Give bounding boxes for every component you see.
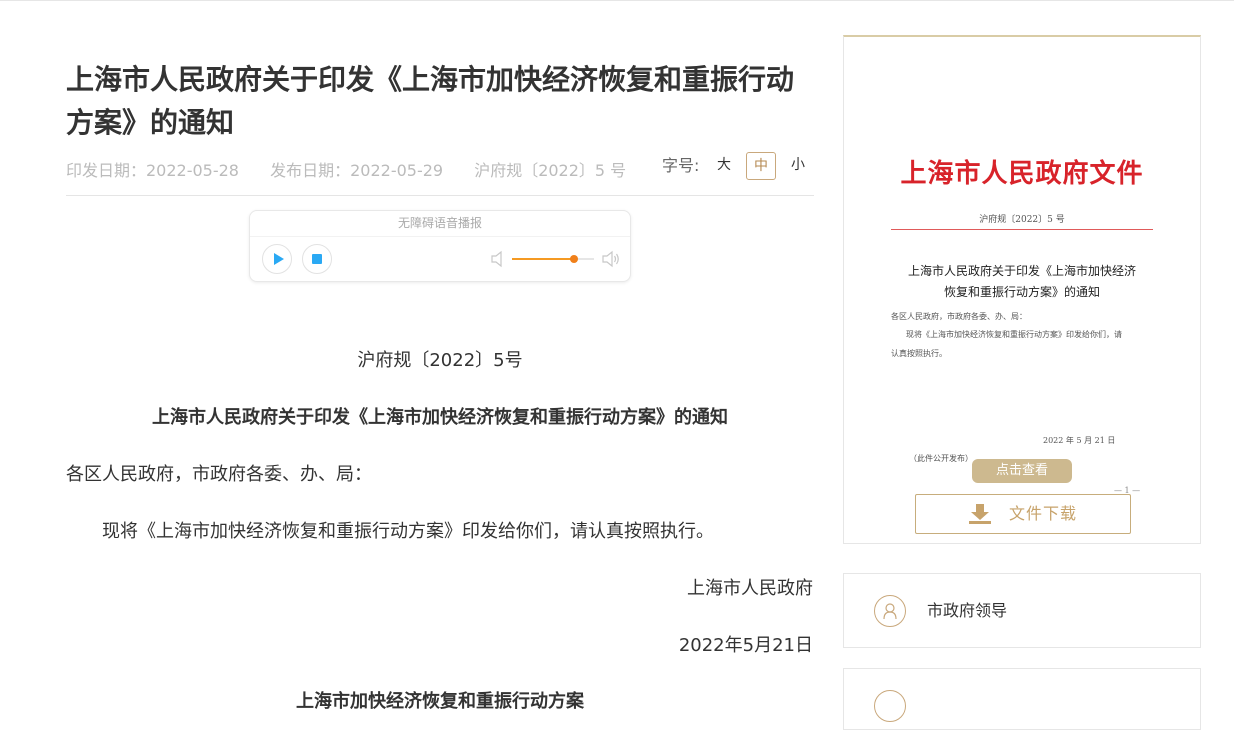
body-doc-number: 沪府规〔2022〕5号 xyxy=(357,350,523,371)
font-size-large-button[interactable]: 大 xyxy=(710,152,738,178)
preview-doc-number: 沪府规〔2022〕5 号 xyxy=(979,215,1065,225)
stop-icon xyxy=(312,254,322,264)
publish-date: 发布日期：2022-05-29 xyxy=(270,161,444,180)
meta-divider xyxy=(66,195,814,196)
download-button[interactable]: 文件下载 xyxy=(915,494,1131,534)
volume-low-icon[interactable] xyxy=(489,250,509,268)
preview-title-line-2: 恢复和重振行动方案》的通知 xyxy=(943,285,1100,299)
font-size-small-button[interactable]: 小 xyxy=(784,152,812,178)
preview-publish-note: （此件公开发布） xyxy=(909,454,973,463)
city-leaders-label: 市政府领导 xyxy=(927,601,1008,620)
volume-slider-handle[interactable] xyxy=(569,255,578,263)
body-heading: 上海市人民政府关于印发《上海市加快经济恢复和重振行动方案》的通知 xyxy=(152,407,728,428)
signature-date: 2022年5月21日 xyxy=(678,635,813,656)
leader-icon xyxy=(874,595,906,627)
preview-title-line-1: 上海市人民政府关于印发《上海市加快经济 xyxy=(907,264,1136,278)
play-icon xyxy=(274,253,284,265)
font-size-switcher: 字号: 大 中 小 xyxy=(662,152,812,180)
city-leaders-link[interactable]: 市政府领导 xyxy=(843,573,1201,648)
view-document-button[interactable]: 点击查看 xyxy=(972,459,1072,483)
top-border xyxy=(0,0,1234,1)
preview-text-line-3: 认真按照执行。 xyxy=(891,349,947,358)
font-size-medium-button[interactable]: 中 xyxy=(746,152,776,180)
issue-date: 印发日期：2022-05-28 xyxy=(66,161,239,180)
document-preview-card: 上海市人民政府文件 沪府规〔2022〕5 号 上海市人民政府关于印发《上海市加快… xyxy=(843,35,1201,544)
body-salutation: 各区人民政府，市政府各委、办、局： xyxy=(66,464,372,485)
audio-player: 无障碍语音播报 xyxy=(249,210,631,282)
font-size-label: 字号: xyxy=(662,156,700,175)
preview-red-rule xyxy=(891,229,1153,230)
doc-number-meta: 沪府规〔2022〕5 号 xyxy=(474,161,627,180)
play-button[interactable] xyxy=(262,244,292,274)
plan-title: 上海市加快经济恢复和重振行动方案 xyxy=(296,691,584,712)
volume-high-icon[interactable] xyxy=(601,250,621,268)
article-title: 上海市人民政府关于印发《上海市加快经济恢复和重振行动方案》的通知 xyxy=(66,63,795,139)
preview-text-line-2: 现将《上海市加快经济恢复和重振行动方案》印发给你们，请 xyxy=(906,330,1122,339)
preview-text-line-1: 各区人民政府，市政府各委、办、局： xyxy=(891,312,1027,321)
stop-button[interactable] xyxy=(302,244,332,274)
body-paragraph: 现将《上海市加快经济恢复和重振行动方案》印发给你们，请认真按照执行。 xyxy=(102,521,714,542)
link-icon xyxy=(874,690,906,722)
audio-player-title: 无障碍语音播报 xyxy=(250,211,630,237)
sidebar-next-link[interactable] xyxy=(843,668,1201,730)
preview-header: 上海市人民政府文件 xyxy=(900,159,1144,189)
signature-organization: 上海市人民政府 xyxy=(687,578,813,599)
download-label: 文件下载 xyxy=(1009,504,1078,523)
volume-slider[interactable] xyxy=(512,255,594,263)
download-icon xyxy=(969,504,991,524)
article-meta: 印发日期：2022-05-28 发布日期：2022-05-29 沪府规〔2022… xyxy=(66,157,652,181)
preview-date: 2022 年 5 月 21 日 xyxy=(1043,436,1116,445)
volume-slider-fill xyxy=(512,258,574,260)
